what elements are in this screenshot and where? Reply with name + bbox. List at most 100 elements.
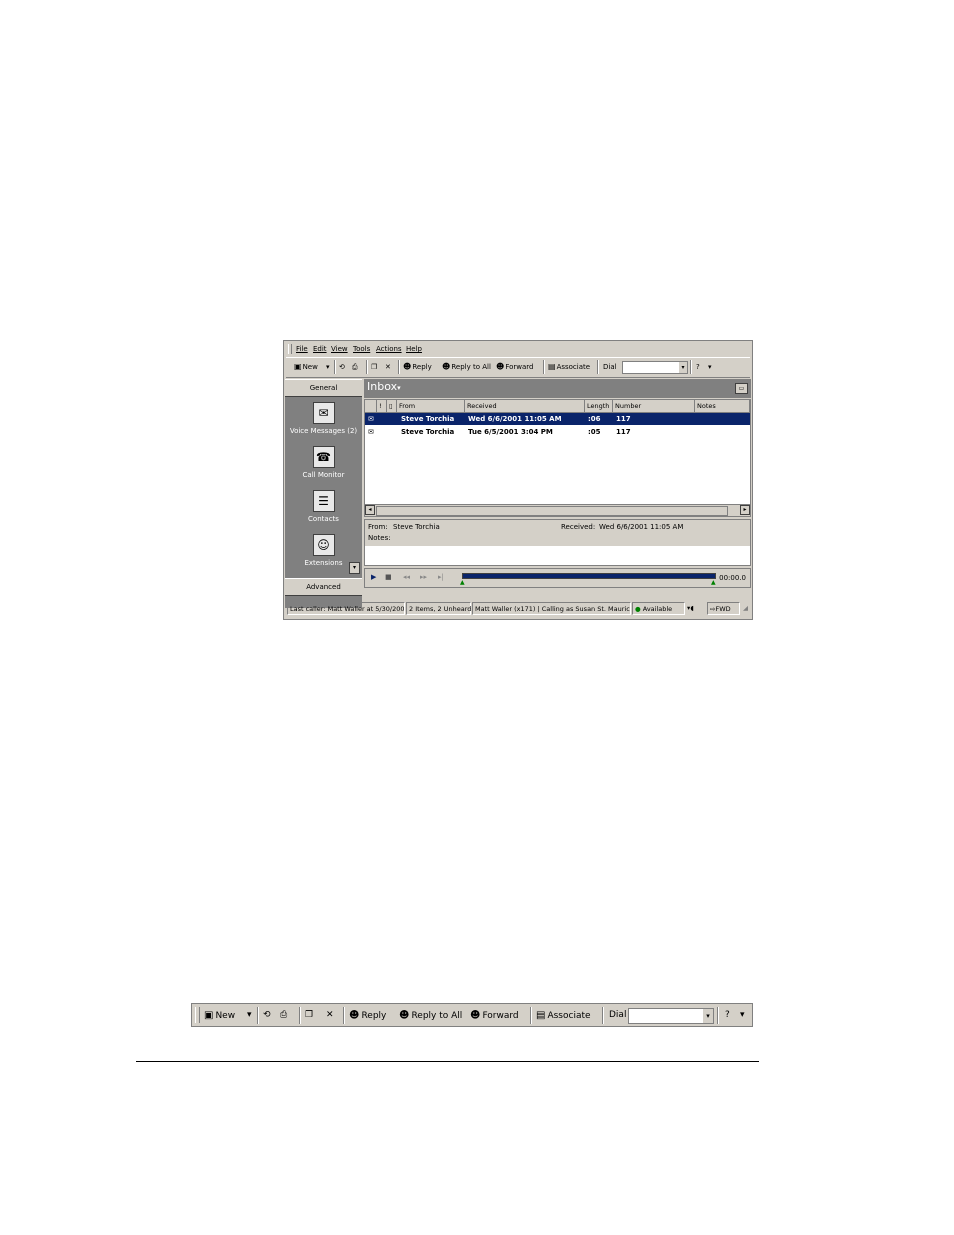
associate-button[interactable]: ▤Associate (536, 1009, 591, 1022)
skip-end-icon[interactable]: ▸| (438, 573, 444, 581)
toolbar-separator (717, 1007, 719, 1024)
toolbar-separator (398, 360, 400, 374)
reply-button[interactable]: ☻Reply (403, 361, 432, 373)
new-button[interactable]: ▣New (294, 361, 318, 373)
preview-pane: From: Steve Torchia Received: Wed 6/6/20… (364, 519, 751, 566)
outlook-scroll-down-icon[interactable]: ▾ (349, 562, 360, 574)
preview-received-value: Wed 6/6/2001 11:05 AM (599, 523, 684, 531)
toolbar-grip[interactable] (195, 1007, 200, 1023)
folder-title[interactable]: Inbox▾ (367, 380, 401, 393)
delete-icon[interactable]: ✕ (326, 1009, 334, 1022)
table-row[interactable]: ✉ Steve Torchia Wed 6/6/2001 11:05 AM :0… (365, 413, 750, 425)
new-button[interactable]: ▣New (204, 1009, 235, 1022)
print-icon[interactable]: ⎙ (352, 361, 358, 373)
menu-grip[interactable] (288, 344, 292, 354)
row-number: 117 (616, 415, 631, 423)
dial-dropdown-icon[interactable]: ▾ (703, 1009, 713, 1023)
folder-pin-icon[interactable]: ▭ (735, 383, 748, 394)
stop-icon[interactable]: ■ (385, 573, 392, 581)
shortcut-contacts[interactable]: ☰ Contacts (285, 490, 362, 523)
help-icon[interactable]: ? (696, 361, 700, 373)
main-pane: Inbox▾ ▭ ! ▯ From Received Length Number… (364, 379, 751, 608)
copy-icon[interactable]: ❐ (305, 1009, 313, 1022)
header-importance[interactable]: ! (377, 400, 387, 412)
header-received[interactable]: Received (465, 400, 585, 412)
help-icon[interactable]: ? (725, 1009, 730, 1022)
start-marker-icon[interactable]: ▲ (460, 579, 465, 586)
dial-dropdown-icon[interactable]: ▾ (679, 362, 687, 373)
table-row[interactable]: ✉ Steve Torchia Tue 6/5/2001 3:04 PM :05… (365, 426, 750, 438)
fast-forward-icon[interactable]: ▸▸ (420, 573, 427, 581)
header-icon-col[interactable] (365, 400, 377, 412)
preview-from-value: Steve Torchia (393, 523, 440, 531)
move-icon[interactable]: ⟲ (263, 1009, 271, 1022)
resize-grip-icon[interactable]: ◢ (741, 602, 750, 615)
group-advanced-button[interactable]: Advanced (285, 578, 362, 596)
dial-input[interactable]: ▾ (622, 361, 688, 374)
copy-icon[interactable]: ❐ (371, 361, 377, 373)
rewind-icon[interactable]: ◂◂ (403, 573, 410, 581)
row-from: Steve Torchia (401, 415, 455, 423)
contacts-icon: ☰ (312, 490, 335, 512)
end-marker-icon[interactable]: ▲ (711, 579, 716, 586)
dial-label: Dial (609, 1010, 627, 1020)
new-icon: ▣ (204, 1010, 214, 1021)
toolbar-separator (543, 360, 545, 374)
scroll-right-icon[interactable]: ▸ (740, 505, 750, 515)
print-icon[interactable]: ⎙ (280, 1009, 287, 1022)
preview-header: From: Steve Torchia Received: Wed 6/6/20… (365, 520, 750, 546)
presence-button[interactable]: ● Available (632, 602, 685, 615)
header-from[interactable]: From (397, 400, 465, 412)
folder-dropdown-icon: ▾ (397, 384, 401, 392)
new-dropdown-icon[interactable]: ▾ (247, 1009, 252, 1022)
toolbar-separator (690, 360, 692, 374)
volume-icon[interactable]: ▾◖ (685, 602, 707, 615)
attachment-header-icon[interactable]: ▯ (387, 400, 397, 412)
status-user: Matt Waller (x171) | Calling as Susan St… (472, 602, 631, 615)
shortcut-voice-messages[interactable]: ✉ Voice Messages (2) (285, 402, 362, 435)
associate-icon: ▤ (548, 362, 556, 371)
playback-track[interactable] (462, 573, 716, 579)
voice-messages-icon: ✉ (312, 402, 335, 424)
dial-input[interactable]: ▾ (628, 1008, 714, 1024)
forward-status-button[interactable]: ⇨FWD (707, 602, 740, 615)
reply-all-button[interactable]: ☻Reply to All (442, 361, 491, 373)
scroll-thumb[interactable] (376, 506, 728, 516)
horizontal-scrollbar[interactable]: ◂ ▸ (365, 504, 750, 516)
preview-from-label: From: (368, 523, 388, 531)
status-bar: Last caller: Matt Waller at 5/30/200 2 I… (285, 600, 751, 617)
associate-button[interactable]: ▤Associate (548, 361, 590, 373)
menu-tools[interactable]: Tools (353, 345, 370, 353)
new-dropdown-icon[interactable]: ▾ (326, 361, 330, 373)
header-notes[interactable]: Notes (695, 400, 750, 412)
menu-view[interactable]: View (331, 345, 348, 353)
status-last-caller: Last caller: Matt Waller at 5/30/200 (287, 602, 405, 615)
toolbar-separator (343, 1007, 345, 1024)
associate-icon: ▤ (536, 1010, 546, 1021)
reply-all-button[interactable]: ☻Reply to All (399, 1009, 462, 1022)
group-general-button[interactable]: General (285, 379, 362, 397)
header-number[interactable]: Number (613, 400, 695, 412)
header-length[interactable]: Length (585, 400, 613, 412)
envelope-icon: ✉ (368, 415, 374, 423)
toolbar-options-icon[interactable]: ▾ (740, 1009, 745, 1022)
forward-button[interactable]: ☻Forward (496, 361, 534, 373)
scroll-left-icon[interactable]: ◂ (365, 505, 375, 515)
reply-all-icon: ☻ (399, 1010, 410, 1021)
move-icon[interactable]: ⟲ (339, 361, 345, 373)
menu-file[interactable]: File (296, 345, 308, 353)
toolbar-options-icon[interactable]: ▾ (708, 361, 712, 373)
toolbar-separator (334, 360, 336, 374)
reply-icon: ☻ (403, 362, 412, 371)
menu-edit[interactable]: Edit (313, 345, 327, 353)
toolbar-separator (597, 360, 599, 374)
menu-actions[interactable]: Actions (376, 345, 402, 353)
message-list: ! ▯ From Received Length Number Notes ✉ … (364, 399, 751, 517)
menu-help[interactable]: Help (406, 345, 422, 353)
reply-button[interactable]: ☻Reply (349, 1009, 386, 1022)
delete-icon[interactable]: ✕ (385, 361, 391, 373)
audio-player: ▶ ■ ◂◂ ▸▸ ▸| ▲ ▲ 00:00.0 (364, 568, 751, 588)
forward-button[interactable]: ☻Forward (470, 1009, 519, 1022)
shortcut-call-monitor[interactable]: ☎ Call Monitor (285, 446, 362, 479)
play-icon[interactable]: ▶ (371, 573, 376, 581)
